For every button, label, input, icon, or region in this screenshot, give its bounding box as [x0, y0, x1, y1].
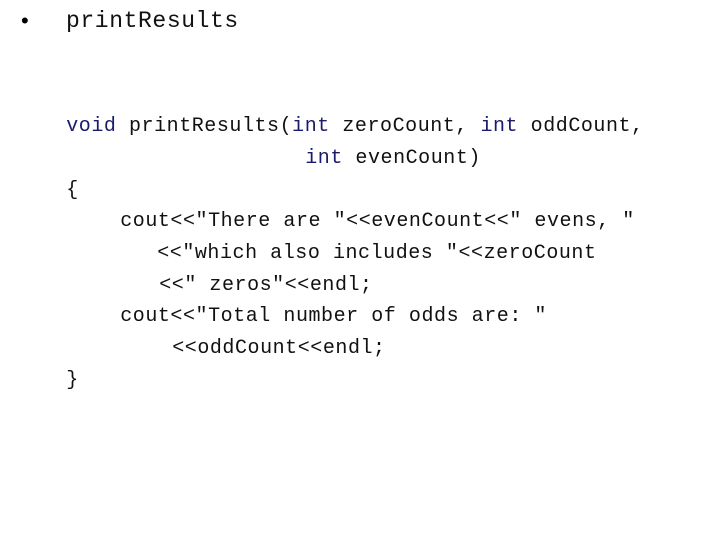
code-line-cout-odds: cout<<"Total number of odds are: " — [70, 269, 547, 328]
code-line-zeros: <<" zeros"<<endl; — [109, 238, 373, 297]
code-line-signature-cont: int evenCount) — [255, 111, 481, 170]
code-text: <<oddCount<<endl; — [172, 337, 386, 360]
keyword-int: int — [480, 115, 519, 138]
code-line-which-also: <<"which also includes "<<zeroCount — [107, 206, 597, 265]
close-brace: } — [66, 369, 79, 392]
keyword-int: int — [305, 147, 343, 170]
bullet-icon: • — [21, 8, 29, 33]
slide-bullet-heading: • printResults — [0, 4, 720, 38]
code-line-cout-evens: cout<<"There are "<<evenCount<<" evens, … — [70, 174, 635, 233]
code-line-signature: void printResults(int zeroCount, int odd… — [16, 79, 644, 138]
code-text: oddCount, — [518, 115, 644, 138]
keyword-void: void — [66, 115, 117, 138]
code-line-close-brace: } — [16, 333, 79, 392]
code-text: evenCount) — [342, 147, 481, 170]
code-line-oddcount: <<oddCount<<endl; — [122, 301, 386, 360]
code-line-open-brace: { — [16, 143, 79, 202]
slide-heading: printResults — [66, 8, 239, 34]
